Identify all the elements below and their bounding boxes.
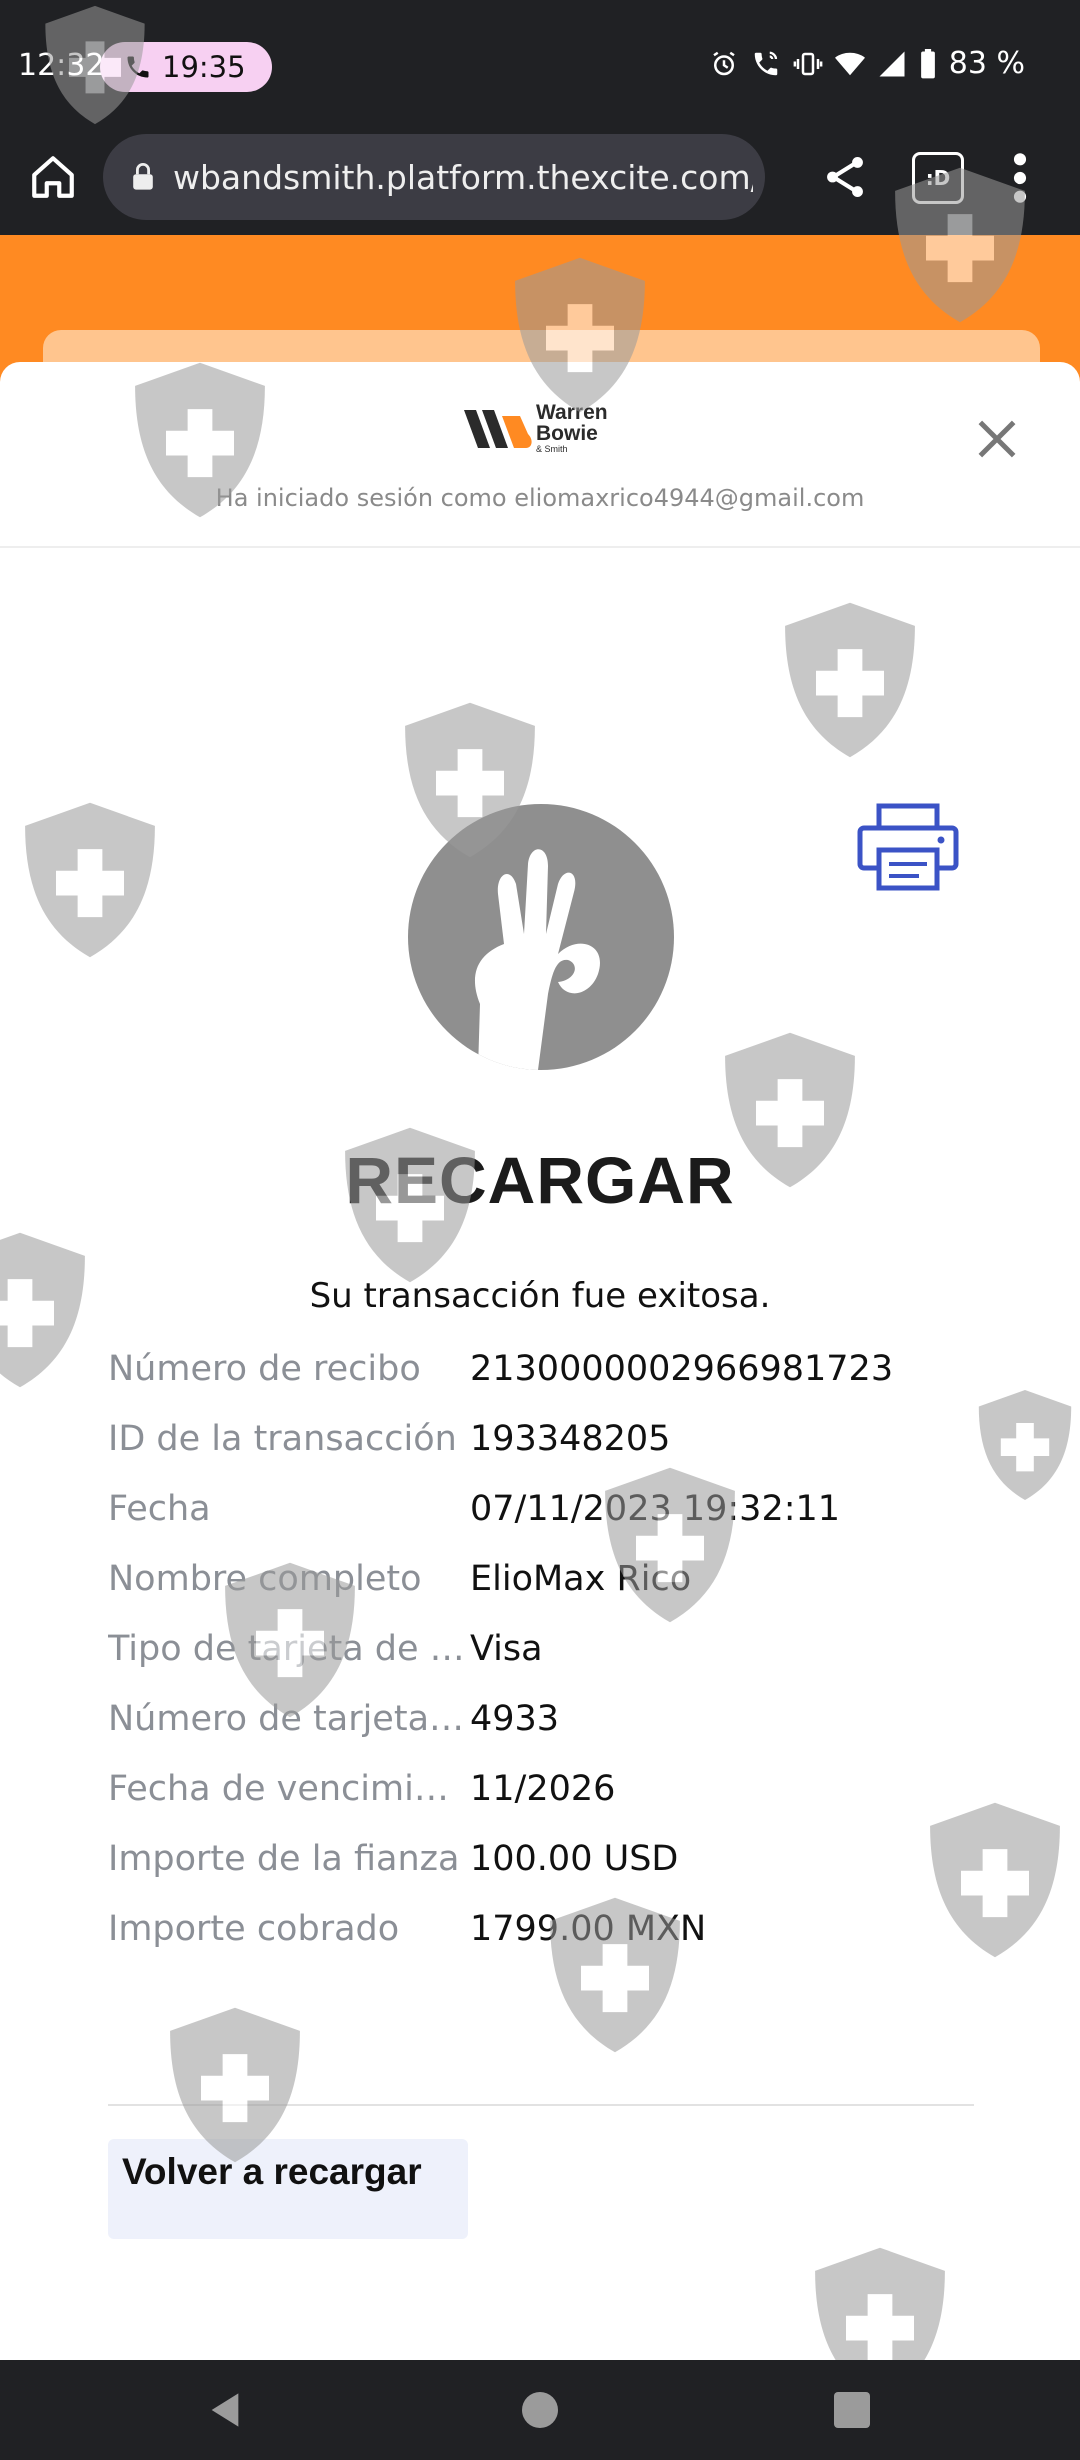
detail-row: ID de la transacción 193348205 [108, 1404, 988, 1474]
detail-label: Número de tarjeta… [108, 1699, 465, 1739]
success-ok-hand-icon [408, 804, 674, 1070]
detail-row: Número de recibo 2130000002966981723 [108, 1334, 988, 1404]
status-bar: 12:32 19:35 83 % [0, 0, 1080, 130]
detail-row: Nombre completo ElioMax Rico [108, 1544, 988, 1614]
share-icon[interactable] [820, 152, 870, 202]
detail-label: ID de la transacción [108, 1419, 457, 1459]
detail-value: Visa [470, 1629, 543, 1669]
back-to-recharge-button[interactable]: Volver a recargar [108, 2139, 468, 2239]
url-text: wbandsmith.platform.thexcite.com/a [173, 157, 753, 197]
detail-value: 2130000002966981723 [470, 1349, 894, 1389]
logo-mark-icon [464, 410, 532, 448]
detail-label: Fecha [108, 1489, 211, 1529]
signal-icon [879, 51, 905, 76]
lock-icon [133, 163, 153, 190]
home-nav-icon[interactable] [522, 2392, 558, 2428]
logo-text-line3: & Smith [536, 444, 568, 454]
logged-in-notice: Ha iniciado sesión como eliomaxrico4944@… [215, 484, 865, 512]
detail-label: Tipo de tarjeta de … [108, 1629, 465, 1669]
call-timer: 19:35 [162, 50, 246, 84]
detail-label: Nombre completo [108, 1559, 422, 1599]
ongoing-call-chip[interactable]: 19:35 [100, 42, 272, 92]
detail-value: ElioMax Rico [470, 1559, 692, 1599]
success-message: Su transacción fue exitosa. [309, 1276, 771, 1316]
page-title: RECARGAR [345, 1143, 735, 1217]
detail-label: Importe cobrado [108, 1909, 400, 1949]
detail-value: 1799.00 MXN [470, 1909, 707, 1949]
battery-icon [920, 48, 935, 78]
detail-row: Fecha 07/11/2023 19:32:11 [108, 1474, 988, 1544]
detail-value: 100.00 USD [470, 1839, 679, 1879]
home-icon[interactable] [28, 152, 78, 202]
more-options-icon[interactable] [1010, 150, 1030, 206]
logo-text-line1: Warren [536, 401, 608, 424]
phone-icon [127, 56, 149, 78]
divider [108, 2104, 974, 2106]
detail-row: Importe cobrado 1799.00 MXN [108, 1894, 988, 1964]
detail-row: Número de tarjeta… 4933 [108, 1684, 988, 1754]
receipt-modal: Warren Bowie & Smith Ha iniciado sesión … [0, 362, 1080, 2360]
system-navigation-bar [0, 2360, 1080, 2460]
status-icons: 83 % [709, 46, 1025, 81]
detail-value: 4933 [470, 1699, 560, 1739]
vibrate-icon [793, 52, 823, 75]
detail-row: Tipo de tarjeta de … Visa [108, 1614, 988, 1684]
detail-value: 07/11/2023 19:32:11 [470, 1489, 841, 1529]
detail-label: Número de recibo [108, 1349, 421, 1389]
status-time: 12:32 [18, 48, 105, 83]
detail-value: 11/2026 [470, 1769, 616, 1809]
battery-percentage: 83 % [948, 46, 1025, 81]
close-icon[interactable] [972, 414, 1022, 464]
print-icon[interactable] [855, 802, 961, 894]
tab-switcher-label: :D [925, 166, 951, 190]
detail-row: Fecha de vencimi… 11/2026 [108, 1754, 988, 1824]
logo-text-line2: Bowie [536, 422, 598, 445]
tab-switcher-button[interactable]: :D [912, 152, 964, 204]
modal-header: Warren Bowie & Smith Ha iniciado sesión … [0, 362, 1080, 548]
detail-value: 193348205 [470, 1419, 671, 1459]
alarm-icon [713, 51, 735, 75]
brand-logo: Warren Bowie & Smith [462, 400, 622, 460]
back-icon[interactable] [205, 2390, 245, 2430]
address-bar[interactable]: wbandsmith.platform.thexcite.com/a [103, 134, 765, 220]
wifi-icon [834, 52, 865, 75]
detail-row: Importe de la fianza 100.00 USD [108, 1824, 988, 1894]
detail-label: Importe de la fianza [108, 1839, 460, 1879]
recent-apps-icon[interactable] [834, 2392, 870, 2428]
detail-label: Fecha de vencimi… [108, 1769, 449, 1809]
wifi-calling-icon [754, 51, 778, 75]
browser-toolbar: wbandsmith.platform.thexcite.com/a :D [0, 130, 1080, 235]
receipt-details: Número de recibo 2130000002966981723 ID … [108, 1334, 988, 1964]
